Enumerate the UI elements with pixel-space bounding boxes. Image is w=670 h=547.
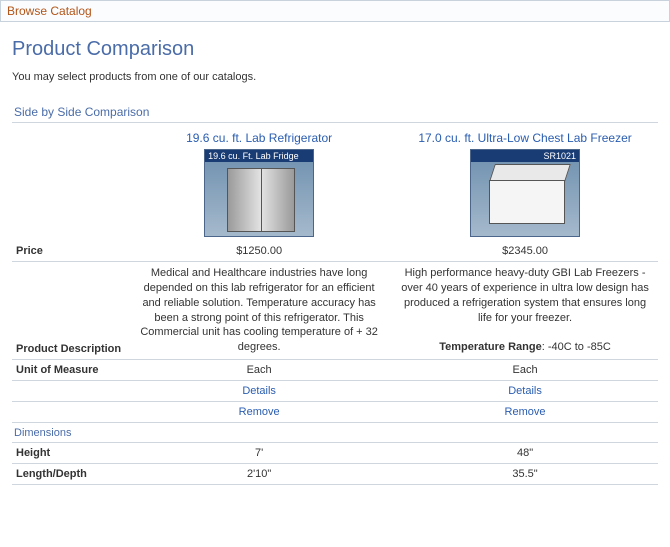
price-value: $1250.00 bbox=[126, 241, 392, 262]
row-label-length: Length/Depth bbox=[12, 464, 126, 485]
product-image-label: 19.6 cu. Ft. Lab Fridge bbox=[205, 150, 313, 162]
product-name-link[interactable]: 17.0 cu. ft. Ultra-Low Chest Lab Freezer bbox=[418, 131, 631, 145]
product-image[interactable]: SR1021 bbox=[470, 149, 580, 237]
comparison-table: 19.6 cu. ft. Lab Refrigerator 19.6 cu. F… bbox=[12, 127, 658, 485]
details-link[interactable]: Details bbox=[242, 385, 276, 397]
height-value: 7' bbox=[126, 443, 392, 464]
uom-value: Each bbox=[126, 360, 392, 381]
uom-value: Each bbox=[392, 360, 658, 381]
product-image[interactable]: 19.6 cu. Ft. Lab Fridge bbox=[204, 149, 314, 237]
price-value: $2345.00 bbox=[392, 241, 658, 262]
dimensions-section-title: Dimensions bbox=[12, 423, 658, 443]
row-label-description: Product Description bbox=[12, 262, 126, 360]
row-label-height: Height bbox=[12, 443, 126, 464]
section-title: Side by Side Comparison bbox=[12, 105, 658, 123]
description-value: High performance heavy-duty GBI Lab Free… bbox=[392, 262, 658, 360]
details-link[interactable]: Details bbox=[508, 385, 542, 397]
remove-link[interactable]: Remove bbox=[505, 406, 546, 418]
page-title: Product Comparison bbox=[12, 38, 658, 61]
breadcrumb: Browse Catalog bbox=[0, 0, 670, 22]
row-label-uom: Unit of Measure bbox=[12, 360, 126, 381]
height-value: 48" bbox=[392, 443, 658, 464]
length-value: 2'10" bbox=[126, 464, 392, 485]
description-value: Medical and Healthcare industries have l… bbox=[126, 262, 392, 360]
breadcrumb-link[interactable]: Browse Catalog bbox=[7, 4, 92, 18]
length-value: 35.5" bbox=[392, 464, 658, 485]
product-image-label: SR1021 bbox=[471, 150, 579, 162]
intro-text: You may select products from one of our … bbox=[12, 71, 658, 83]
remove-link[interactable]: Remove bbox=[239, 406, 280, 418]
row-label-price: Price bbox=[12, 241, 126, 262]
product-name-link[interactable]: 19.6 cu. ft. Lab Refrigerator bbox=[186, 131, 332, 145]
